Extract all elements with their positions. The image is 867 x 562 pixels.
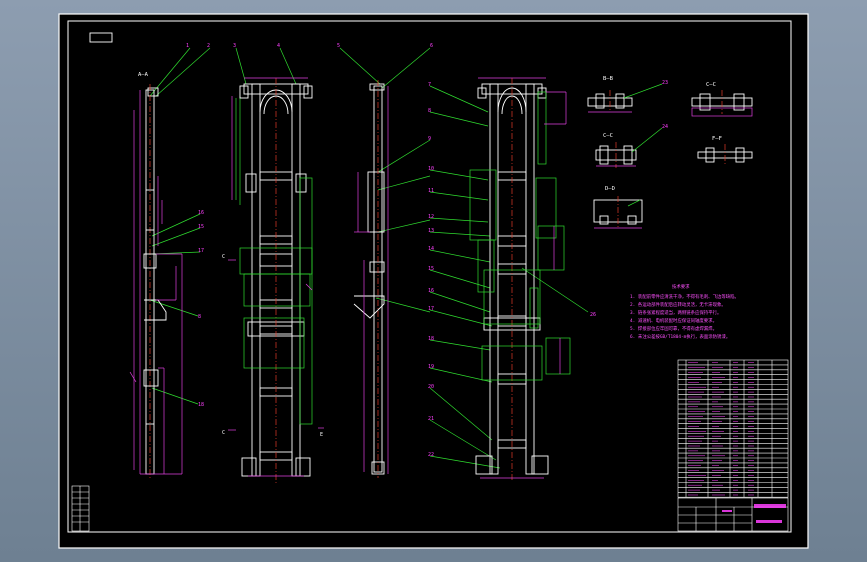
svg-text:F—F: F—F xyxy=(712,136,722,142)
svg-text:E: E xyxy=(320,432,323,438)
svg-text:23: 23 xyxy=(662,80,668,86)
svg-text:26: 26 xyxy=(590,312,596,318)
svg-text:12: 12 xyxy=(428,214,434,220)
svg-text:B—B: B—B xyxy=(603,76,614,82)
svg-text:C: C xyxy=(222,430,225,436)
svg-text:18: 18 xyxy=(428,336,434,342)
svg-text:15: 15 xyxy=(198,224,204,230)
svg-text:C: C xyxy=(222,254,225,260)
svg-text:17: 17 xyxy=(428,306,434,312)
svg-text:7: 7 xyxy=(428,82,431,88)
svg-text:C—C: C—C xyxy=(706,82,716,88)
svg-text:13: 13 xyxy=(428,228,434,234)
svg-text:1: 1 xyxy=(186,43,189,49)
cad-viewport[interactable]: A—A C C E 1 2 3 4 5 6 16 15 17 8 18 7 8 … xyxy=(0,0,867,562)
svg-text:10: 10 xyxy=(428,166,434,172)
svg-text:21: 21 xyxy=(428,416,434,422)
svg-text:15: 15 xyxy=(428,266,434,272)
svg-text:22: 22 xyxy=(428,452,434,458)
svg-text:11: 11 xyxy=(428,188,434,194)
svg-text:20: 20 xyxy=(428,384,434,390)
svg-text:6: 6 xyxy=(430,43,433,49)
requirement-line: 6. 未注公差按GB/T1804-m执行，表面涂防锈漆。 xyxy=(630,333,730,340)
requirements-title: 技术要求 xyxy=(672,283,690,290)
svg-text:5: 5 xyxy=(337,43,340,49)
svg-text:C—C: C—C xyxy=(603,133,613,139)
svg-text:16: 16 xyxy=(428,288,434,294)
svg-text:8: 8 xyxy=(428,108,431,114)
svg-text:19: 19 xyxy=(428,364,434,370)
requirement-line: 2. 各运动部件装配后应转动灵活，无卡滞现象。 xyxy=(630,301,726,308)
svg-text:17: 17 xyxy=(198,248,204,254)
svg-text:4: 4 xyxy=(277,43,280,49)
requirement-line: 1. 装配前零件应清洗干净，不得有毛刺、飞边等缺陷。 xyxy=(630,293,739,300)
svg-text:18: 18 xyxy=(198,402,204,408)
svg-text:9: 9 xyxy=(428,136,431,142)
svg-text:2: 2 xyxy=(207,43,210,49)
view-a-label: A—A xyxy=(138,72,149,78)
requirement-line: 5. 焊接部位应牢固可靠，不得有虚焊漏焊。 xyxy=(630,325,717,332)
svg-text:24: 24 xyxy=(662,124,668,130)
requirement-line: 4. 减速机、电机装配时应保证同轴度要求。 xyxy=(630,317,717,324)
svg-text:D—D: D—D xyxy=(605,186,615,192)
svg-text:16: 16 xyxy=(198,210,204,216)
svg-text:14: 14 xyxy=(428,246,434,252)
drawing-canvas[interactable]: A—A C C E 1 2 3 4 5 6 16 15 17 8 18 7 8 … xyxy=(0,0,867,562)
svg-text:8: 8 xyxy=(198,314,201,320)
svg-text:3: 3 xyxy=(233,43,236,49)
requirement-line: 3. 链条张紧程度适当，两侧链条应保持平行。 xyxy=(630,309,721,316)
